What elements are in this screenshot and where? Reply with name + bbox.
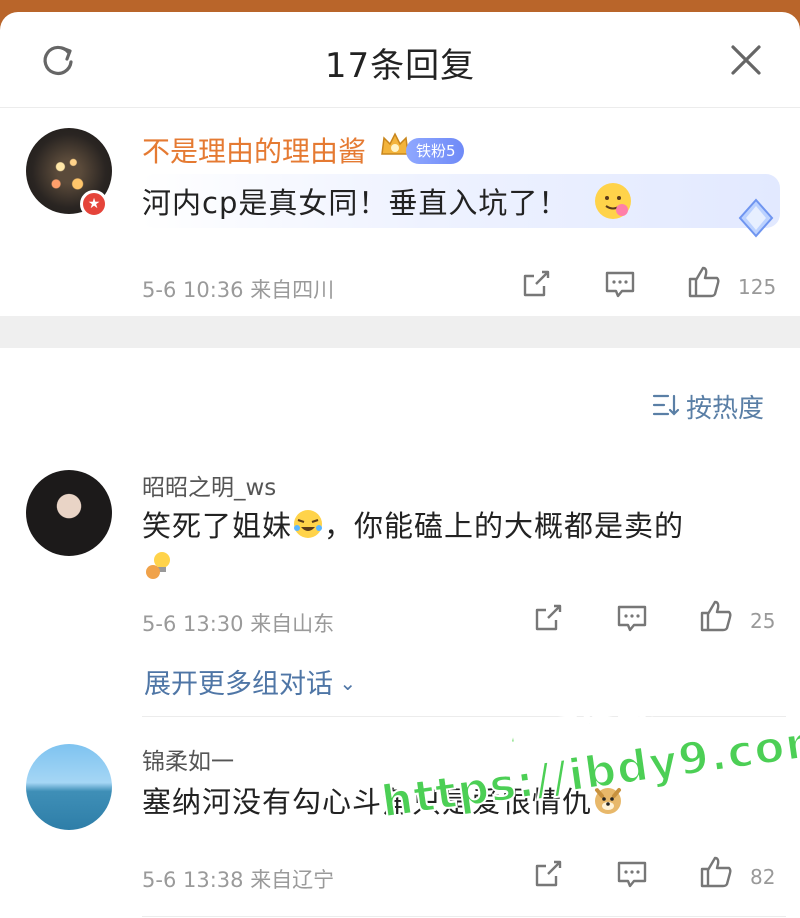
- flower-emoji-icon: [592, 180, 634, 222]
- reply-text-part: ，你能磕上的大概都是卖的: [324, 509, 685, 543]
- comment-icon[interactable]: [604, 268, 636, 300]
- comment-icon[interactable]: [616, 602, 648, 634]
- verified-badge-icon: ★: [80, 190, 108, 218]
- comment-time: 5-6 10:36: [142, 278, 244, 302]
- sheet-header: 17条回复: [0, 12, 800, 108]
- section-divider: [0, 316, 800, 348]
- main-comment: ★ 不是理由的理由酱 铁粉5 河内cp是真女同！垂直入坑了！ 5-6 10:36…: [0, 108, 800, 316]
- repost-icon[interactable]: [532, 602, 564, 634]
- avatar[interactable]: [26, 744, 112, 830]
- page-title: 17条回复: [324, 46, 476, 86]
- lightbulb-emoji-icon: [142, 550, 174, 582]
- reply-item: 昭昭之明_ws 笑死了姐妹 ，你能磕上的大概都是卖的 5-6 13:30 来自山…: [0, 452, 800, 712]
- user-name[interactable]: 不是理由的理由酱: [142, 130, 366, 170]
- fan-badge: 铁粉5: [406, 138, 464, 164]
- repost-icon[interactable]: [532, 858, 564, 890]
- comment-icon[interactable]: [616, 858, 648, 890]
- user-name[interactable]: 锦柔如一: [142, 742, 234, 776]
- like-count: 82: [750, 865, 776, 889]
- reply-location: 来自辽宁: [250, 868, 335, 892]
- comment-text: 河内cp是真女同！垂直入坑了！: [142, 186, 569, 220]
- comment-location: 来自四川: [250, 278, 335, 302]
- like-icon[interactable]: [698, 598, 734, 634]
- sort-icon: [652, 392, 680, 418]
- like-icon[interactable]: [686, 264, 722, 300]
- avatar[interactable]: [26, 470, 112, 556]
- laugh-cry-emoji-icon: [292, 508, 324, 540]
- chevron-down-icon: ⌄: [333, 671, 357, 695]
- repost-icon[interactable]: [520, 268, 552, 300]
- reply-text: 笑死了姐妹 ，你能磕上的大概都是卖的: [142, 504, 762, 548]
- like-count: 125: [738, 275, 777, 299]
- diamond-icon: [732, 194, 780, 242]
- reply-location: 来自山东: [250, 612, 335, 636]
- reply-meta: 5-6 13:30 来自山东: [142, 608, 334, 638]
- reply-text-part: 笑死了姐妹: [142, 509, 293, 543]
- reply-time: 5-6 13:30: [142, 612, 244, 636]
- reply-time: 5-6 13:38: [142, 868, 244, 892]
- comment-meta: 5-6 10:36 来自四川: [142, 274, 334, 304]
- expand-thread-link[interactable]: 展开更多组对话 ⌄: [144, 662, 356, 701]
- close-icon[interactable]: [726, 40, 766, 80]
- sort-label: 按热度: [686, 394, 765, 424]
- reply-meta: 5-6 13:38 来自辽宁: [142, 864, 334, 894]
- user-name[interactable]: 昭昭之明_ws: [142, 468, 276, 502]
- like-icon[interactable]: [698, 854, 734, 890]
- divider: [142, 916, 786, 917]
- like-count: 25: [750, 609, 776, 633]
- expand-label: 展开更多组对话: [144, 669, 333, 700]
